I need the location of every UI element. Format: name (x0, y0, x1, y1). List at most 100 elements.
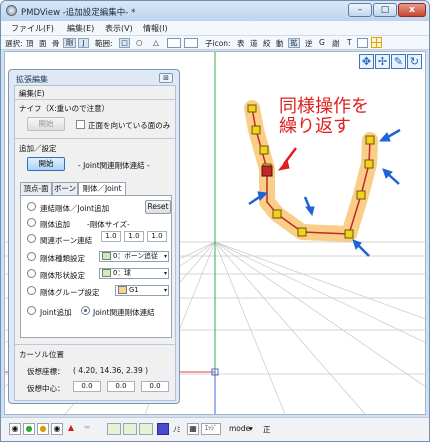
mode-dropdown-icon[interactable]: ▾ (249, 424, 253, 433)
tab-bone[interactable]: ボーン (52, 182, 78, 195)
joint-marker[interactable] (356, 190, 366, 200)
separator (15, 99, 175, 100)
toggle-box[interactable] (357, 38, 368, 48)
radio-joint-link[interactable] (81, 306, 90, 315)
select-joint[interactable]: J (78, 38, 89, 48)
edge-toggle[interactable]: ｴｯｼﾞ (201, 423, 221, 435)
grid-toggle[interactable]: ▦ (187, 423, 199, 435)
select-vertex[interactable]: 頂 (26, 38, 34, 49)
tab-vertex-face[interactable]: 頂点-面 (20, 182, 52, 195)
rigid-group-value: G1 (129, 286, 139, 294)
green-circle-icon[interactable]: ● (23, 423, 35, 435)
size-z-input[interactable]: 1.0 (147, 231, 167, 242)
panel-toggle-3[interactable] (139, 423, 153, 435)
toolbar: 選択: 頂 面 骨 剛 J 範囲: □ ○ △ 子icon: 表 道 絞 動 拡… (1, 36, 429, 50)
menu-bar: ファイル(F) 編集(E) 表示(V) 情報(I) (1, 21, 429, 36)
annotation-text: 同様操作を 繰り返す (279, 97, 369, 137)
size-y-input[interactable]: 1.0 (124, 231, 144, 242)
size-x-input[interactable]: 1.0 (101, 231, 121, 242)
radio-icon[interactable]: ◉ (9, 423, 21, 435)
mode-item-5[interactable]: 拡 (288, 38, 300, 48)
radio-bone-link[interactable] (27, 234, 36, 243)
blue-square-icon[interactable] (157, 423, 169, 435)
rotate-icon[interactable]: ↻ (407, 54, 422, 69)
virtual-coord-value: ( 4.20, 14.36, 2.39 ) (73, 366, 149, 375)
range-triangle[interactable]: △ (153, 38, 159, 47)
menu-view[interactable]: 表示(V) (105, 23, 133, 34)
radio-link-add[interactable] (27, 202, 36, 211)
title-bar[interactable]: PMDView -追加設定編集中- * – □ x (1, 1, 429, 21)
note-text: ﾉﾐ (173, 425, 181, 434)
radio-rigid-group[interactable] (27, 286, 36, 295)
joint-marker[interactable] (344, 229, 354, 239)
rigid-shape-select[interactable]: 0：球 ▾ (99, 268, 169, 279)
panel-menu-edit[interactable]: 編集(E) (19, 88, 45, 99)
maximize-button[interactable]: □ (373, 3, 397, 17)
panel-close-button[interactable]: ⊠ (159, 73, 173, 83)
panel-toggle-1[interactable] (107, 423, 121, 435)
rigid-joint-pane: 連結剛体／Joint追加 Reset 剛体追加 -剛体サイズ- 関連ボーン連結 … (20, 195, 172, 338)
menu-file[interactable]: ファイル(F) (11, 23, 54, 34)
range-rect[interactable]: □ (119, 38, 130, 48)
mode-item-6[interactable]: 逆 (305, 38, 313, 49)
minimize-button[interactable]: – (348, 3, 372, 17)
mode-item-3[interactable]: 絞 (263, 38, 271, 49)
mode-item-7[interactable]: G (319, 38, 325, 47)
radio-rigid-add-label: 剛体追加 (40, 220, 70, 229)
range-option-b[interactable] (184, 38, 198, 48)
rigid-type-select[interactable]: 0：ボーン追従 ▾ (99, 251, 169, 262)
radio-rigid-add[interactable] (27, 218, 36, 227)
separator (15, 138, 175, 139)
joint-marker[interactable] (365, 135, 375, 145)
panel-toggle-2[interactable] (123, 423, 137, 435)
grid-icon[interactable] (371, 37, 382, 48)
joint-marker[interactable] (259, 145, 269, 155)
status-bar: ◉ ● ● ◉ ▲ ═ ﾉﾐ ▦ ｴｯｼﾞ mode ▾ 正 (1, 417, 429, 441)
extension-edit-panel: 拡張編集 ⊠ 編集(E) ナイフ（X:重いので注意） 開始 正面を向いている面の… (8, 69, 180, 404)
mode-item-9[interactable]: T (347, 38, 352, 47)
range-option-a[interactable] (167, 38, 181, 48)
radio-rigid-type[interactable] (27, 252, 36, 261)
mode-item-4[interactable]: 動 (276, 38, 284, 49)
center-y-input[interactable]: 0.0 (107, 381, 135, 392)
chevron-down-icon: ▾ (163, 270, 167, 277)
knife-start-button[interactable]: 開始 (27, 117, 65, 131)
mode-value[interactable]: 正 (263, 424, 271, 435)
select-bone[interactable]: 骨 (52, 38, 60, 49)
joint-marker[interactable] (251, 125, 261, 135)
joint-marker[interactable] (247, 104, 257, 113)
selected-rigid-marker[interactable] (261, 165, 273, 177)
mode-item-2[interactable]: 道 (250, 38, 258, 49)
menu-info[interactable]: 情報(I) (143, 23, 168, 34)
menu-edit[interactable]: 編集(E) (67, 23, 94, 34)
tab-rigid-joint[interactable]: 剛体／Joint (78, 182, 126, 196)
move-icon[interactable]: ✥ (359, 54, 374, 69)
joint-marker[interactable] (272, 209, 282, 219)
center-x-input[interactable]: 0.0 (73, 381, 101, 392)
joint-marker[interactable] (364, 159, 374, 169)
front-only-checkbox[interactable] (76, 120, 85, 129)
close-button[interactable]: x (398, 3, 426, 17)
range-circle[interactable]: ○ (136, 38, 143, 47)
reset-button[interactable]: Reset (145, 200, 171, 214)
rigid-group-select[interactable]: G1 ▾ (115, 285, 169, 296)
triangle-icon[interactable]: ▲ (65, 423, 77, 435)
radio-joint-add[interactable] (27, 306, 36, 315)
start-button[interactable]: 開始 (27, 157, 65, 171)
mode-item-1[interactable]: 表 (237, 38, 245, 49)
pen-icon[interactable]: ✎ (391, 54, 406, 69)
select-rigid[interactable]: 剛 (63, 38, 76, 48)
yellow-circle-icon[interactable]: ● (37, 423, 49, 435)
select-face[interactable]: 面 (39, 38, 47, 49)
range-label: 範囲: (95, 39, 113, 48)
mode-item-8[interactable]: 謝 (332, 38, 340, 49)
radio-icon-2[interactable]: ◉ (51, 423, 63, 435)
radio-rigid-shape-label: 剛体形状設定 (40, 271, 85, 280)
joint-marker[interactable] (297, 227, 307, 237)
center-z-input[interactable]: 0.0 (141, 381, 169, 392)
mode-text: - Joint関連剛体連結 - (78, 161, 150, 170)
window-title: PMDView -追加設定編集中- * (21, 8, 136, 18)
move-xy-icon[interactable]: ✢ (375, 54, 390, 69)
radio-joint-link-label: Joint関連剛体連結 (93, 308, 155, 317)
radio-rigid-shape[interactable] (27, 269, 36, 278)
